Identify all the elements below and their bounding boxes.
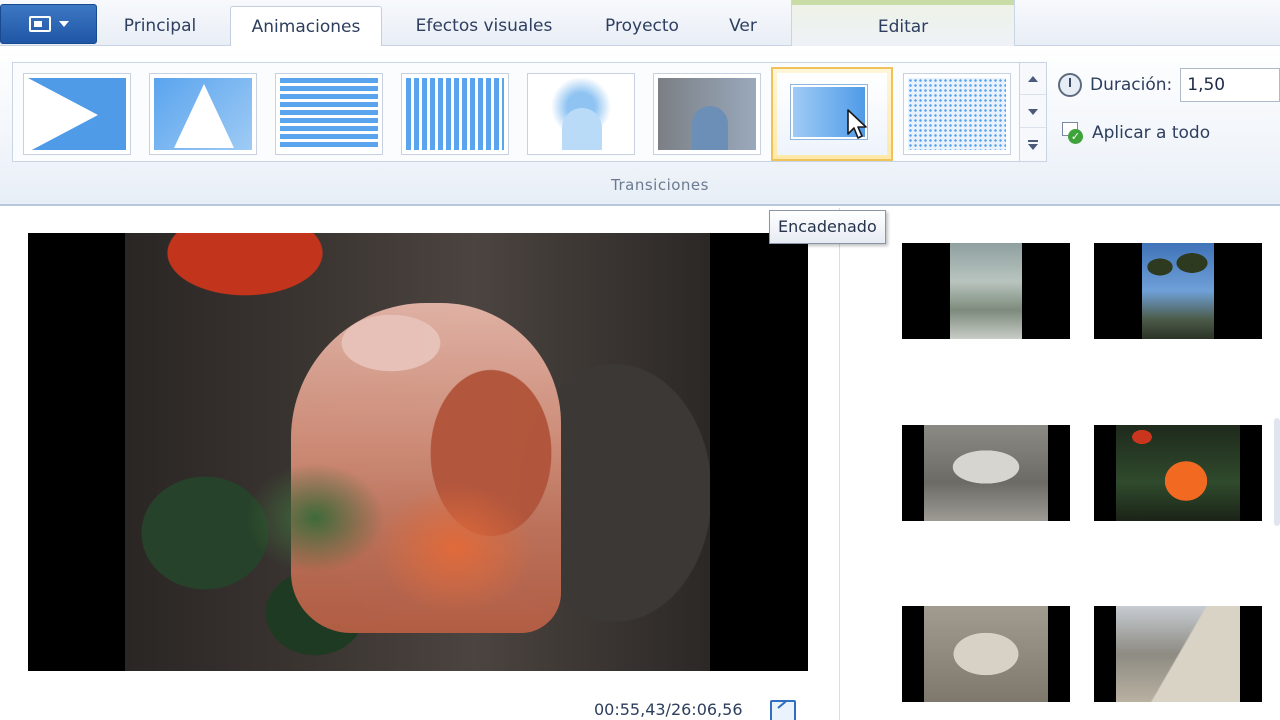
clip-thumbnail (1116, 606, 1240, 702)
ribbon-tab-strip: Principal Animaciones Efectos visuales P… (0, 0, 1280, 47)
transition-thumb-2[interactable] (149, 73, 257, 155)
chevron-down-icon (58, 21, 69, 27)
gallery-scroller (1019, 62, 1047, 162)
clip-thumbnail (1142, 243, 1214, 339)
transition-thumb-encadenado[interactable] (771, 67, 893, 161)
transition-thumb-4[interactable] (401, 73, 509, 155)
ribbon-panel: Transiciones Duración: ✓ Aplicar a todo (0, 46, 1280, 206)
storyboard-pane (841, 208, 1280, 720)
preview-flower-blend (375, 483, 535, 613)
storyboard-clip[interactable] (1094, 606, 1262, 702)
transition-thumb-1[interactable] (23, 73, 131, 155)
preview-pane: 00:55,43/26:06,56 (0, 208, 840, 720)
transition-thumb-3[interactable] (275, 73, 383, 155)
chevron-down-icon (1028, 108, 1038, 115)
duration-label: Duración: (1090, 75, 1173, 95)
apply-all-label: Aplicar a todo (1092, 123, 1211, 143)
tab-ver[interactable]: Ver (712, 6, 774, 46)
app-menu-icon (28, 16, 51, 32)
transition-preview (777, 73, 887, 155)
transition-tooltip: Encadenado (769, 210, 886, 244)
transition-preview (280, 78, 378, 150)
storyboard-clip[interactable] (1094, 243, 1262, 339)
video-preview[interactable] (28, 233, 808, 671)
transition-preview (406, 78, 504, 150)
apply-check-icon: ✓ (1062, 122, 1084, 144)
app-menu-button[interactable] (0, 4, 97, 44)
storyboard-clip[interactable] (902, 243, 1070, 339)
apply-all-button[interactable]: ✓ Aplicar a todo (1062, 122, 1210, 144)
gallery-scroll-up-button[interactable] (1020, 63, 1046, 95)
tab-animaciones[interactable]: Animaciones (230, 6, 382, 47)
duration-input[interactable] (1180, 68, 1280, 102)
transition-thumb-8[interactable] (903, 73, 1011, 155)
preview-frame (125, 233, 710, 671)
storyboard-clip[interactable] (902, 606, 1070, 702)
transition-preview (28, 78, 126, 150)
gallery-scroll-down-button[interactable] (1020, 96, 1046, 128)
group-label-transiciones: Transiciones (611, 176, 709, 194)
preview-foliage (245, 463, 385, 573)
mouse-pointer-icon (847, 109, 867, 139)
playback-timecode: 00:55,43/26:06,56 (594, 700, 743, 719)
expand-gallery-icon (1028, 140, 1038, 150)
clip-thumbnail (924, 606, 1048, 702)
transition-preview (532, 78, 630, 150)
transition-preview (154, 78, 252, 150)
fullscreen-icon[interactable] (770, 700, 796, 720)
storyboard-clip[interactable] (902, 425, 1070, 521)
transition-thumb-6[interactable] (653, 73, 761, 155)
storyboard-clip[interactable] (1094, 425, 1262, 521)
tab-editar[interactable]: Editar (791, 0, 1015, 46)
clip-thumbnail (950, 243, 1022, 339)
transition-preview (658, 78, 756, 150)
chevron-up-icon (1028, 75, 1038, 82)
duration-control: Duración: (1058, 68, 1280, 102)
tab-principal[interactable]: Principal (104, 6, 216, 46)
clip-thumbnail (924, 425, 1048, 521)
clip-thumbnail (1116, 425, 1240, 521)
tab-efectos-visuales[interactable]: Efectos visuales (398, 6, 570, 46)
stopwatch-icon (1058, 73, 1082, 97)
transition-preview (908, 78, 1006, 150)
gallery-more-button[interactable] (1020, 129, 1046, 161)
tab-proyecto[interactable]: Proyecto (588, 6, 696, 46)
transitions-gallery (12, 62, 1047, 162)
storyboard-scrollbar[interactable] (1274, 418, 1280, 526)
transition-thumb-5[interactable] (527, 73, 635, 155)
